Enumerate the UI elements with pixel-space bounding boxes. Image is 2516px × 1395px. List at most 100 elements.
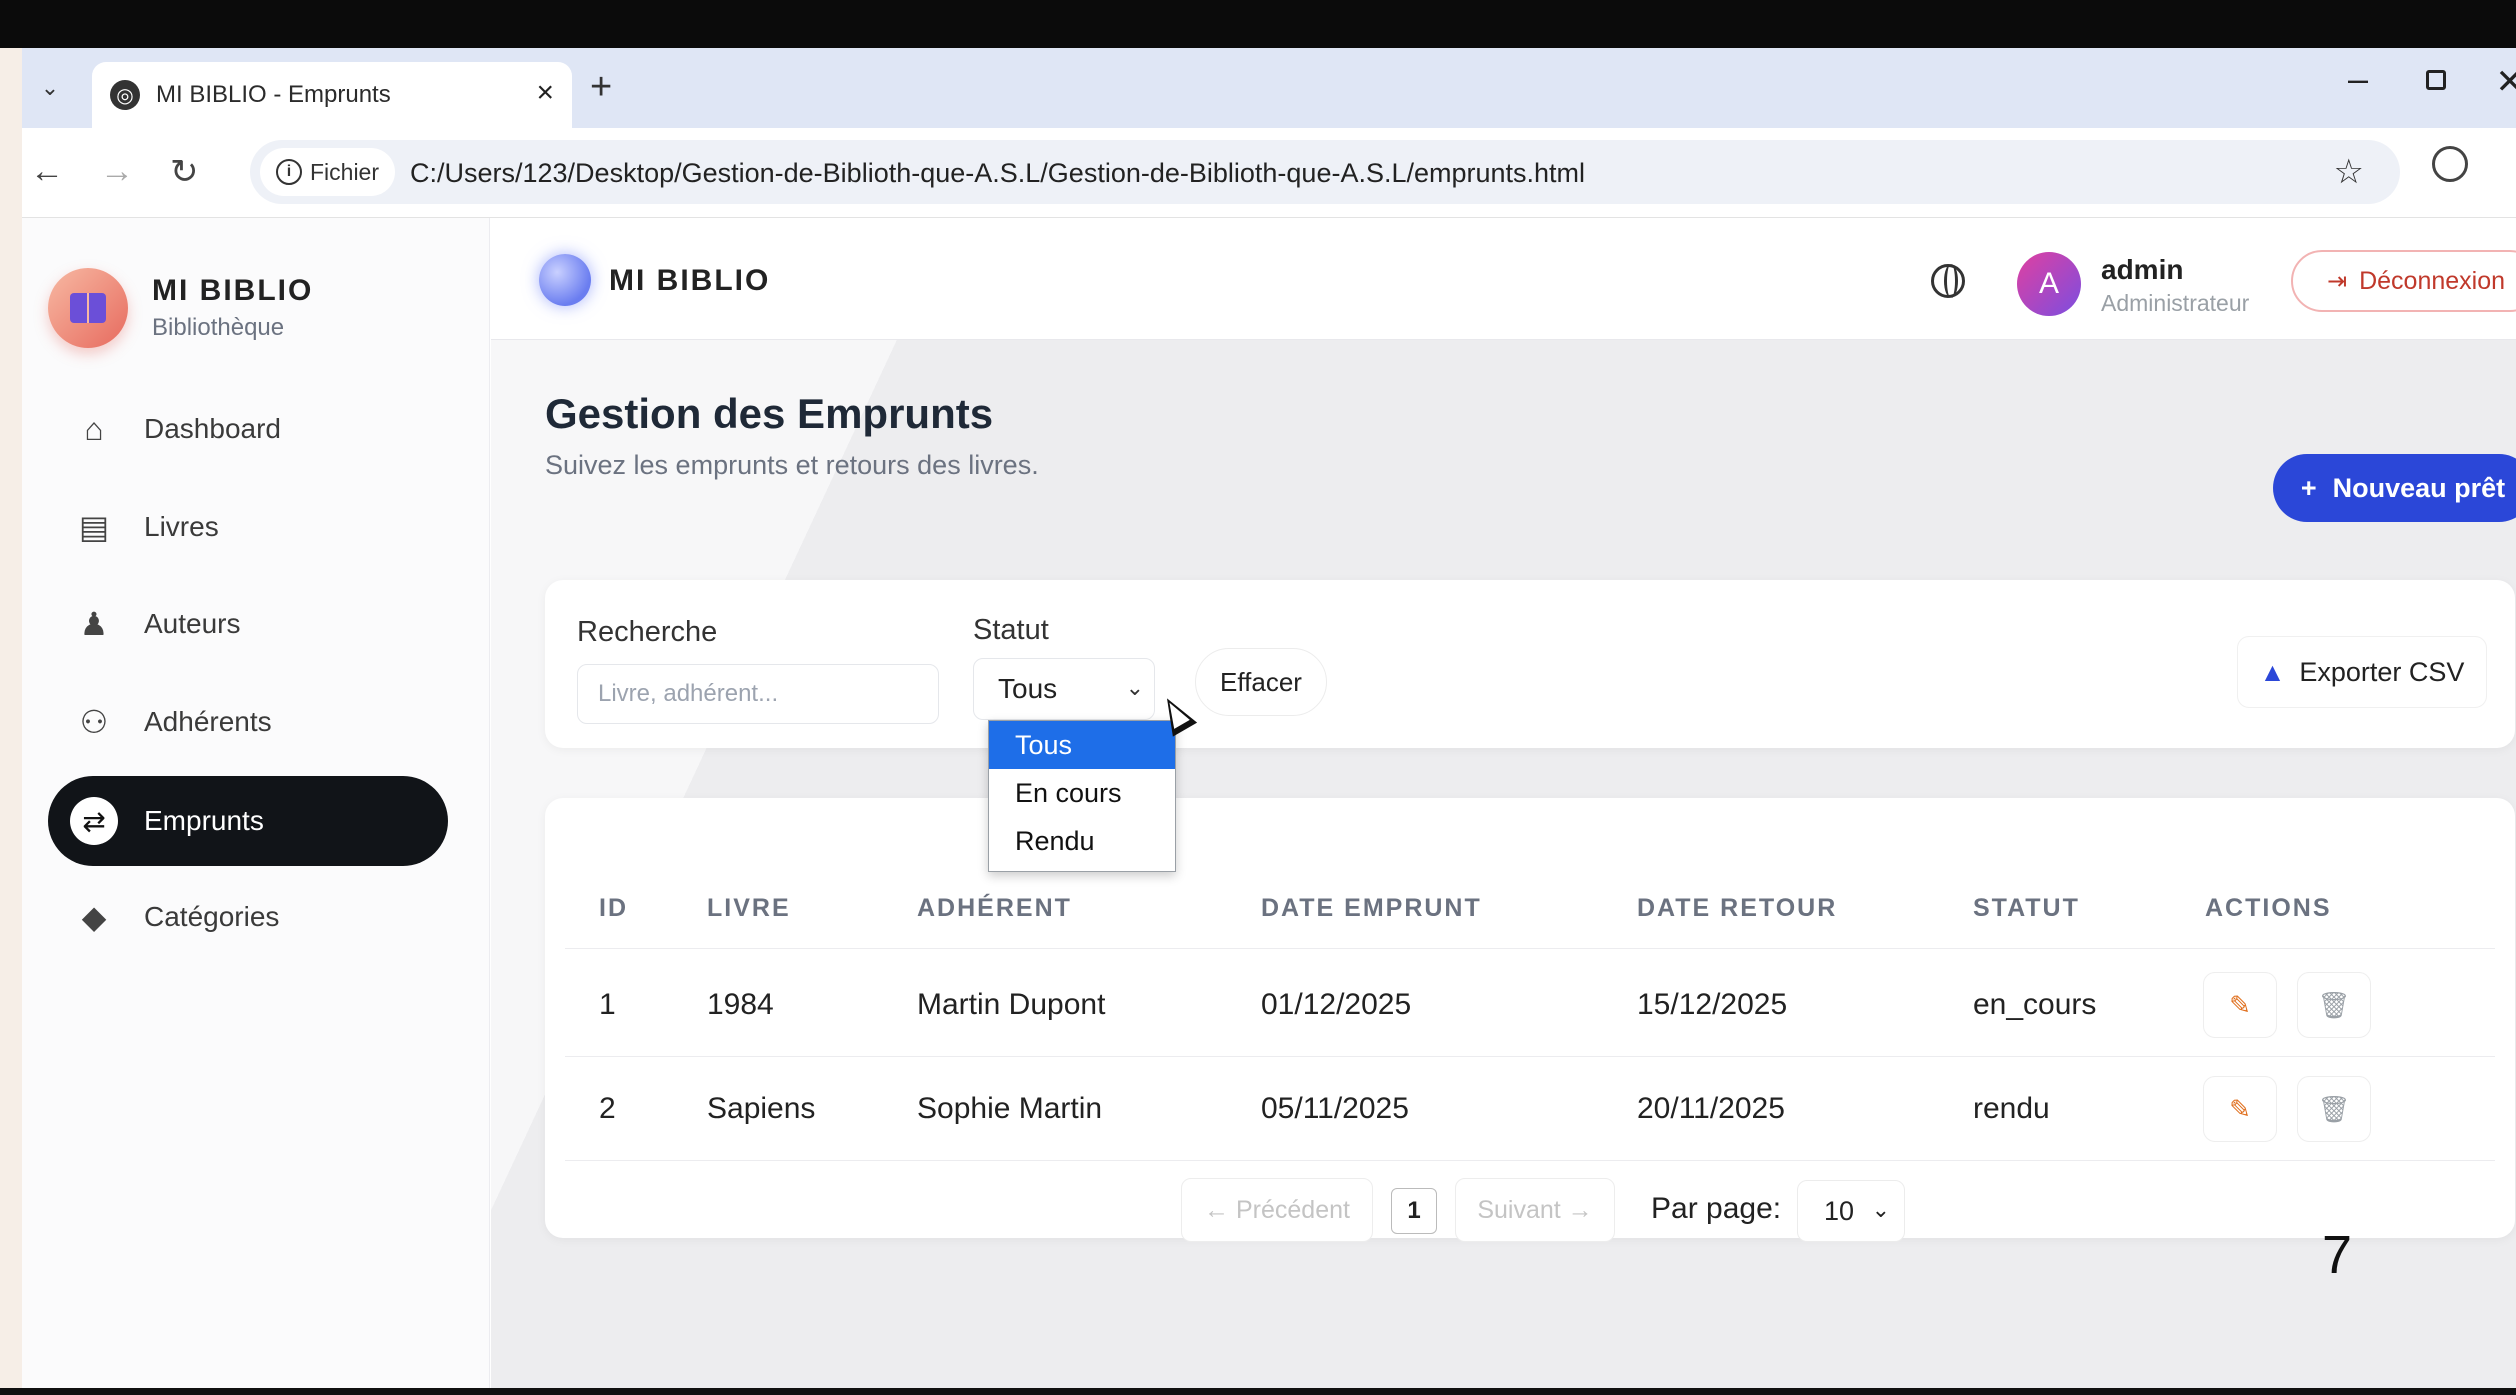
url-text: C:/Users/123/Desktop/Gestion-de-Biblioth… — [410, 158, 1586, 188]
cell-id: 2 — [599, 1092, 616, 1125]
edit-button[interactable]: ✎ — [2203, 972, 2277, 1038]
users-icon: ⚇ — [79, 704, 109, 740]
brand-logo-icon — [48, 268, 128, 348]
cell-date-retour: 15/12/2025 — [1637, 988, 1788, 1021]
app-header: MI BIBLIO A admin Administrateur ⇥ Décon… — [491, 218, 2516, 340]
cell-adherent: Sophie Martin — [917, 1092, 1103, 1125]
status-option-rendu[interactable]: Rendu — [989, 817, 1175, 865]
cell-date-emprunt: 01/12/2025 — [1261, 988, 1412, 1021]
site-info-chip[interactable]: i Fichier — [260, 148, 396, 196]
per-page-select[interactable]: 10 ⌄ — [1797, 1180, 1905, 1242]
tab-strip: ⌄ ◎ MI BIBLIO - Emprunts × + – ✕ — [22, 48, 2516, 128]
main-content: MI BIBLIO A admin Administrateur ⇥ Décon… — [491, 218, 2516, 1388]
cell-statut: en_cours — [1973, 988, 2097, 1021]
screen-top-bar — [0, 0, 2516, 48]
pencil-icon: ✎ — [2229, 989, 2251, 1020]
globe-icon: ◎ — [110, 80, 140, 110]
pencil-icon: ✎ — [2229, 1093, 2251, 1124]
bookmark-star-icon[interactable]: ☆ — [2334, 152, 2364, 192]
current-page-button[interactable]: 1 — [1391, 1188, 1437, 1234]
export-csv-button[interactable]: ▲ Exporter CSV — [2237, 636, 2487, 708]
plus-icon: + — [2300, 472, 2317, 503]
minimize-icon[interactable]: – — [2348, 58, 2368, 100]
sidebar-brand-name: MI BIBLIO — [152, 274, 314, 307]
address-bar[interactable]: i Fichier C:/Users/123/Desktop/Gestion-d… — [250, 140, 2400, 204]
sidebar-item-categories[interactable]: ◆ Catégories — [48, 872, 448, 962]
app-root: MI BIBLIO Bibliothèque ⌂ Dashboard ▤ Liv… — [22, 218, 2516, 1388]
tab-title: MI BIBLIO - Emprunts — [156, 81, 391, 108]
window-close-icon[interactable]: ✕ — [2496, 62, 2516, 102]
status-option-tous[interactable]: Tous — [989, 721, 1175, 769]
cell-livre: Sapiens — [707, 1092, 816, 1125]
trash-icon: 🗑 — [2317, 1093, 2351, 1124]
sidebar-item-livres[interactable]: ▤ Livres — [48, 482, 448, 572]
header-brand-name: MI BIBLIO — [609, 264, 771, 297]
cell-date-emprunt: 05/11/2025 — [1261, 1092, 1409, 1125]
new-tab-button[interactable]: + — [590, 66, 612, 109]
browser-window: ⌄ ◎ MI BIBLIO - Emprunts × + – ✕ ← → ↻ i… — [22, 48, 2516, 1388]
sidebar-item-label: Dashboard — [144, 413, 281, 444]
trash-icon: 🗑 — [2317, 989, 2351, 1020]
edit-button[interactable]: ✎ — [2203, 1076, 2277, 1142]
previous-page-button[interactable]: ← Précédent — [1181, 1178, 1373, 1242]
sidebar: MI BIBLIO Bibliothèque ⌂ Dashboard ▤ Liv… — [22, 218, 490, 1388]
sidebar-brand-subtitle: Bibliothèque — [152, 314, 285, 341]
column-header-date-emprunt: DATE EMPRUNT — [1261, 894, 1482, 922]
site-info-label: Fichier — [310, 158, 380, 185]
column-header-livre: LIVRE — [707, 894, 791, 922]
page-subtitle: Suivez les emprunts et retours des livre… — [545, 450, 1039, 480]
tags-icon: ◆ — [81, 899, 107, 935]
forward-arrow-icon[interactable]: → — [100, 152, 134, 191]
user-role: Administrateur — [2101, 290, 2250, 316]
tab-close-icon[interactable]: × — [536, 76, 554, 110]
status-option-en-cours[interactable]: En cours — [989, 769, 1175, 817]
logout-button[interactable]: ⇥ Déconnexion — [2291, 250, 2516, 312]
language-globe-icon[interactable] — [1931, 264, 1965, 298]
cell-statut: rendu — [1973, 1092, 2050, 1125]
column-header-statut: STATUT — [1973, 894, 2080, 922]
restore-icon[interactable] — [2426, 70, 2446, 90]
new-loan-button[interactable]: + Nouveau prêt — [2273, 454, 2516, 522]
search-label: Recherche — [577, 616, 718, 648]
search-input[interactable] — [577, 664, 939, 724]
screen-bottom-bar — [0, 1388, 2516, 1395]
column-header-adherent: ADHÉRENT — [917, 894, 1072, 922]
per-page-value: 10 — [1824, 1195, 1855, 1226]
tab-list-chevron-icon[interactable]: ⌄ — [32, 70, 68, 106]
sidebar-item-adherents[interactable]: ⚇ Adhérents — [48, 677, 448, 767]
loans-table: ID LIVRE ADHÉRENT DATE EMPRUNT DATE RETO… — [545, 798, 2515, 1242]
logout-icon: ⇥ — [2326, 267, 2348, 295]
clear-button[interactable]: Effacer — [1195, 648, 1327, 716]
profile-icon[interactable] — [2432, 146, 2468, 182]
column-header-actions: ACTIONS — [2205, 894, 2332, 922]
next-page-button[interactable]: Suivant → — [1455, 1178, 1615, 1242]
delete-button[interactable]: 🗑 — [2297, 1076, 2371, 1142]
sidebar-item-label: Adhérents — [144, 706, 272, 737]
sidebar-item-label: Catégories — [144, 901, 280, 932]
export-csv-label: Exporter CSV — [2299, 656, 2465, 687]
delete-button[interactable]: 🗑 — [2297, 972, 2371, 1038]
back-arrow-icon[interactable]: ← — [30, 152, 64, 191]
sidebar-item-emprunts[interactable]: ⇄ Emprunts — [48, 776, 448, 866]
exchange-icon: ⇄ — [70, 797, 118, 845]
column-header-id: ID — [599, 894, 628, 922]
logout-label: Déconnexion — [2359, 266, 2506, 295]
filter-card: Recherche Statut Tous ⌄ Effacer ▲ Export… — [545, 580, 2515, 748]
status-dropdown-menu: Tous En cours Rendu — [988, 720, 1176, 872]
header-logo-icon — [539, 254, 591, 306]
avatar[interactable]: A — [2017, 252, 2081, 316]
sidebar-item-label: Auteurs — [144, 608, 241, 639]
user-icon: ♟ — [79, 606, 109, 642]
per-page-label: Par page: — [1651, 1192, 1782, 1225]
cell-livre: 1984 — [707, 988, 774, 1021]
sidebar-item-auteurs[interactable]: ♟ Auteurs — [48, 579, 448, 669]
page-number-overlay: 7 — [2322, 1225, 2353, 1285]
row-divider — [565, 1056, 2495, 1057]
page-title: Gestion des Emprunts — [545, 390, 994, 437]
browser-tab[interactable]: ◎ MI BIBLIO - Emprunts × — [92, 62, 572, 128]
home-icon: ⌂ — [84, 410, 104, 447]
sidebar-item-dashboard[interactable]: ⌂ Dashboard — [48, 384, 448, 474]
status-select[interactable]: Tous ⌄ — [973, 658, 1155, 720]
header-divider — [565, 948, 2495, 949]
reload-icon[interactable]: ↻ — [170, 152, 199, 192]
